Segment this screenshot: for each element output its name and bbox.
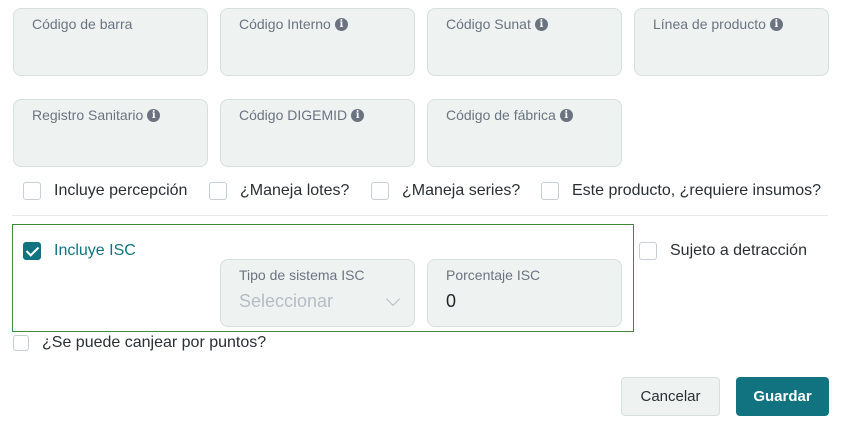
- lotes-label: ¿Maneja lotes?: [240, 182, 350, 199]
- checkbox-box[interactable]: [23, 182, 41, 200]
- isc-checkbox[interactable]: Incluye ISC: [23, 242, 136, 260]
- puntos-checkbox[interactable]: ¿Se puede canjear por puntos?: [13, 334, 266, 352]
- registro-sanitario-label: Registro Sanitario i: [32, 107, 161, 123]
- info-icon[interactable]: i: [559, 108, 573, 122]
- tipo-sistema-isc-placeholder: Seleccionar: [239, 291, 334, 311]
- tipo-sistema-isc-label: Tipo de sistema ISC: [239, 267, 365, 283]
- codigo-fabrica-label: Código de fábrica i: [446, 107, 573, 123]
- checkbox-checked-icon[interactable]: [23, 242, 41, 260]
- porcentaje-isc-value: 0: [446, 291, 457, 311]
- codigo-fabrica-field[interactable]: Código de fábrica i: [427, 99, 622, 167]
- checkbox-box[interactable]: [639, 242, 657, 260]
- codigo-barra-field[interactable]: Código de barra: [13, 8, 208, 76]
- percepcion-label: Incluye percepción: [54, 182, 188, 199]
- registro-sanitario-field[interactable]: Registro Sanitario i: [13, 99, 208, 167]
- chevron-down-icon[interactable]: [385, 291, 401, 307]
- checkbox-box[interactable]: [371, 182, 389, 200]
- puntos-label: ¿Se puede canjear por puntos?: [42, 334, 267, 351]
- cancel-button[interactable]: Cancelar: [621, 377, 720, 416]
- checkbox-box[interactable]: [541, 182, 559, 200]
- info-icon[interactable]: i: [534, 17, 548, 31]
- info-icon[interactable]: i: [334, 17, 348, 31]
- detraccion-label: Sujeto a detracción: [670, 242, 807, 259]
- codigo-digemid-field[interactable]: Código DIGEMID i: [220, 99, 415, 167]
- insumos-checkbox[interactable]: Este producto, ¿requiere insumos?: [541, 182, 821, 200]
- codigo-interno-field[interactable]: Código Interno i: [220, 8, 415, 76]
- detraccion-checkbox[interactable]: Sujeto a detracción: [639, 242, 807, 260]
- isc-label: Incluye ISC: [54, 242, 136, 259]
- codigo-sunat-label: Código Sunat i: [446, 16, 548, 32]
- insumos-label: Este producto, ¿requiere insumos?: [572, 182, 822, 199]
- codigo-digemid-label: Código DIGEMID i: [239, 107, 365, 123]
- series-label: ¿Maneja series?: [402, 182, 521, 199]
- info-icon[interactable]: i: [147, 108, 161, 122]
- tipo-sistema-isc-select[interactable]: Tipo de sistema ISC Seleccionar: [220, 259, 415, 327]
- percepcion-checkbox[interactable]: Incluye percepción: [23, 182, 187, 200]
- section-divider: [12, 215, 828, 216]
- checkbox-box[interactable]: [13, 335, 29, 351]
- info-icon[interactable]: i: [351, 108, 365, 122]
- codigo-barra-label: Código de barra: [32, 16, 133, 32]
- porcentaje-isc-field[interactable]: Porcentaje ISC 0: [427, 259, 622, 327]
- linea-producto-label: Línea de producto i: [653, 16, 783, 32]
- info-icon[interactable]: i: [769, 17, 783, 31]
- series-checkbox[interactable]: ¿Maneja series?: [371, 182, 520, 200]
- lotes-checkbox[interactable]: ¿Maneja lotes?: [209, 182, 349, 200]
- checkbox-box[interactable]: [209, 182, 227, 200]
- codigo-sunat-field[interactable]: Código Sunat i: [427, 8, 622, 76]
- porcentaje-isc-label: Porcentaje ISC: [446, 267, 541, 283]
- codigo-interno-label: Código Interno i: [239, 16, 348, 32]
- save-button[interactable]: Guardar: [736, 377, 829, 416]
- linea-producto-field[interactable]: Línea de producto i: [634, 8, 829, 76]
